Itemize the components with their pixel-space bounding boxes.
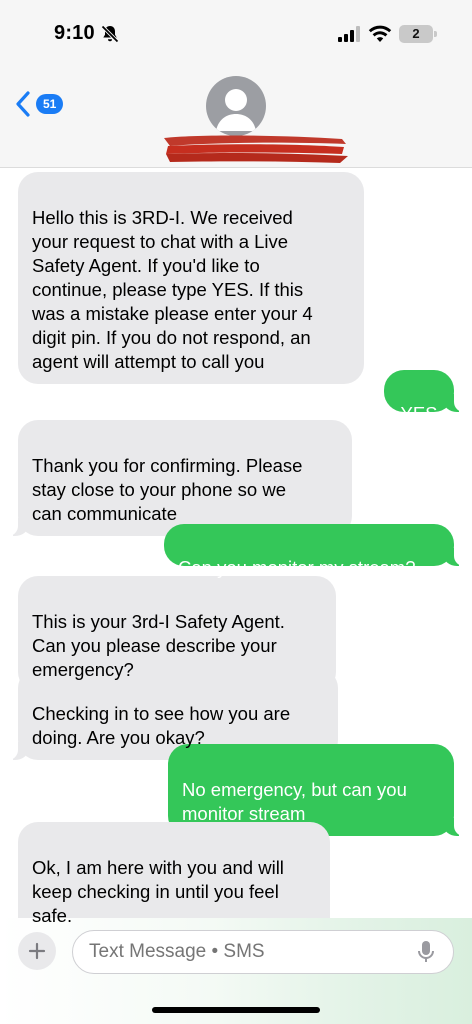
message-text: YES bbox=[400, 403, 438, 424]
message-incoming[interactable]: Thank you for confirming. Please stay cl… bbox=[6, 420, 352, 536]
bell-slash-icon bbox=[101, 25, 119, 43]
message-outgoing[interactable]: Can you monitor my stream? bbox=[164, 524, 466, 578]
message-text: Hello this is 3RD-I. We received your re… bbox=[32, 207, 313, 372]
person-silhouette-icon bbox=[216, 89, 256, 131]
message-text: Thank you for confirming. Please stay cl… bbox=[32, 455, 303, 524]
message-text: Checking in to see how you are doing. Ar… bbox=[32, 703, 291, 748]
wifi-icon bbox=[368, 25, 392, 42]
add-attachment-button[interactable] bbox=[18, 932, 56, 970]
message-input[interactable] bbox=[72, 930, 454, 974]
message-incoming[interactable]: Hello this is 3RD-I. We received your re… bbox=[18, 172, 364, 384]
message-text: Can you monitor my stream? bbox=[178, 557, 416, 578]
message-outgoing[interactable]: YES bbox=[384, 370, 466, 424]
conversation-header: 9:10 2 51 bbox=[0, 0, 472, 168]
redacted-contact-name bbox=[164, 135, 348, 163]
back-button[interactable]: 51 bbox=[14, 86, 74, 122]
battery-icon: 2 bbox=[399, 25, 433, 43]
battery-cap bbox=[434, 31, 437, 37]
cellular-signal-icon bbox=[338, 26, 360, 42]
message-text: Ok, I am here with you and will keep che… bbox=[32, 857, 284, 926]
plus-icon bbox=[28, 942, 46, 960]
unread-count-badge: 51 bbox=[36, 94, 64, 114]
status-time: 9:10 bbox=[54, 22, 95, 44]
message-text: No emergency, but can you monitor stream bbox=[182, 779, 407, 824]
chevron-left-icon bbox=[16, 91, 30, 117]
contact-avatar[interactable] bbox=[206, 76, 266, 136]
home-indicator[interactable] bbox=[152, 1007, 320, 1013]
status-bar: 9:10 2 bbox=[0, 0, 472, 60]
microphone-icon[interactable] bbox=[416, 940, 436, 964]
